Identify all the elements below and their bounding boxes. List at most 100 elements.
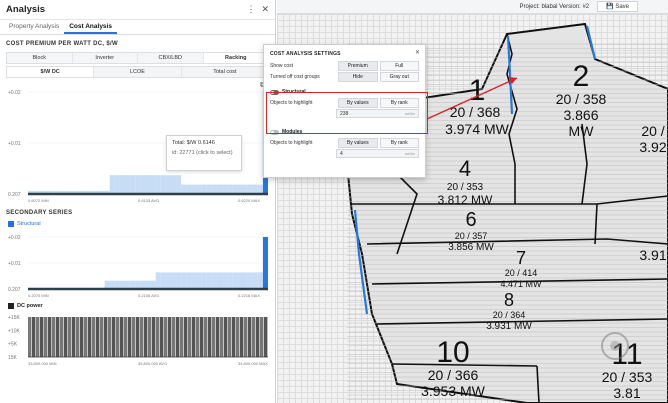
bar[interactable] bbox=[186, 272, 192, 289]
bar[interactable] bbox=[40, 317, 44, 357]
bar[interactable] bbox=[136, 317, 140, 357]
popup-close-icon[interactable]: ✕ bbox=[415, 49, 420, 56]
bar[interactable] bbox=[116, 317, 120, 357]
bar[interactable] bbox=[257, 184, 263, 194]
modules-by-rank-button[interactable]: By rank bbox=[379, 137, 419, 148]
bar[interactable] bbox=[114, 175, 120, 194]
bar[interactable] bbox=[152, 317, 156, 357]
bar[interactable] bbox=[52, 317, 56, 357]
more-options-icon[interactable]: ⋮ bbox=[246, 4, 255, 15]
bar[interactable] bbox=[204, 317, 208, 357]
bar[interactable] bbox=[165, 272, 171, 289]
bar[interactable] bbox=[196, 184, 202, 194]
bar[interactable] bbox=[242, 272, 248, 289]
group-racking-button[interactable]: Racking bbox=[203, 53, 268, 63]
bar[interactable] bbox=[257, 272, 263, 289]
bar[interactable] bbox=[188, 317, 192, 357]
bar[interactable] bbox=[196, 272, 202, 289]
bar[interactable] bbox=[160, 317, 164, 357]
bar[interactable] bbox=[244, 317, 248, 357]
bar[interactable] bbox=[191, 184, 197, 194]
bar[interactable] bbox=[108, 317, 112, 357]
bar[interactable] bbox=[211, 184, 217, 194]
bar[interactable] bbox=[252, 317, 256, 357]
bar[interactable] bbox=[68, 317, 72, 357]
bar[interactable] bbox=[170, 175, 177, 194]
group-inverter-button[interactable]: Inverter bbox=[73, 53, 138, 63]
bar[interactable] bbox=[237, 184, 243, 194]
bar[interactable] bbox=[232, 317, 236, 357]
bar[interactable] bbox=[208, 317, 212, 357]
bar[interactable] bbox=[264, 317, 268, 357]
bar[interactable] bbox=[212, 317, 216, 357]
bar[interactable] bbox=[228, 317, 232, 357]
bar[interactable] bbox=[72, 317, 76, 357]
bar[interactable] bbox=[130, 175, 136, 194]
bar[interactable] bbox=[216, 184, 223, 194]
bar[interactable] bbox=[256, 317, 260, 357]
bar[interactable] bbox=[100, 317, 104, 357]
bar[interactable] bbox=[88, 317, 92, 357]
bar[interactable] bbox=[132, 317, 136, 357]
modules-by-values-button[interactable]: By values bbox=[338, 137, 378, 148]
bar[interactable] bbox=[176, 317, 180, 357]
bar[interactable] bbox=[236, 317, 240, 357]
group-block-button[interactable]: Block bbox=[7, 53, 73, 63]
bar[interactable] bbox=[128, 317, 132, 357]
bar[interactable] bbox=[92, 317, 96, 357]
bar[interactable] bbox=[252, 184, 258, 194]
bar[interactable] bbox=[196, 317, 200, 357]
bar[interactable] bbox=[192, 317, 196, 357]
bar[interactable] bbox=[222, 272, 228, 289]
bar[interactable] bbox=[232, 184, 238, 194]
bar[interactable] bbox=[216, 272, 223, 289]
group-cbx-lbd-button[interactable]: CBX/LBD bbox=[138, 53, 204, 63]
bar[interactable] bbox=[64, 317, 68, 357]
bar[interactable] bbox=[186, 184, 192, 194]
tooltip-id[interactable]: id: 22771 (click to select) bbox=[172, 150, 236, 156]
bar[interactable] bbox=[172, 317, 176, 357]
bar[interactable] bbox=[191, 272, 197, 289]
bar[interactable] bbox=[60, 317, 64, 357]
bar[interactable] bbox=[168, 317, 172, 357]
turned-off-gray-out-button[interactable]: Gray out bbox=[379, 71, 419, 82]
bar[interactable] bbox=[56, 317, 60, 357]
bar[interactable] bbox=[247, 184, 253, 194]
bar[interactable] bbox=[232, 272, 238, 289]
bar[interactable] bbox=[260, 317, 264, 357]
close-icon[interactable]: ✕ bbox=[261, 4, 269, 15]
bar[interactable] bbox=[150, 175, 156, 194]
bar[interactable] bbox=[144, 317, 148, 357]
bar[interactable] bbox=[104, 317, 108, 357]
bar[interactable] bbox=[76, 317, 80, 357]
bar[interactable] bbox=[164, 317, 168, 357]
bar[interactable] bbox=[120, 317, 124, 357]
bar[interactable] bbox=[242, 184, 248, 194]
bar[interactable] bbox=[216, 317, 220, 357]
show-cost-premium-button[interactable]: Premium bbox=[338, 60, 378, 71]
save-button[interactable]: 💾 Save bbox=[597, 1, 638, 12]
tab-property-analysis[interactable]: Property Analysis bbox=[4, 20, 64, 34]
bar[interactable] bbox=[140, 317, 144, 357]
bar[interactable] bbox=[80, 317, 84, 357]
bar[interactable] bbox=[140, 175, 146, 194]
bar[interactable] bbox=[32, 317, 36, 357]
secondary-series-chart[interactable]: +0.02 +0.01 0.207 0.2070 MIN 0.2108 AVG 0.221… bbox=[6, 229, 269, 299]
bar[interactable] bbox=[224, 317, 228, 357]
bar[interactable] bbox=[156, 317, 160, 357]
bar[interactable] bbox=[44, 317, 48, 357]
bar[interactable] bbox=[227, 272, 233, 289]
bar[interactable] bbox=[28, 317, 32, 357]
bar[interactable] bbox=[176, 175, 182, 194]
bar[interactable] bbox=[247, 272, 253, 289]
dc-power-legend[interactable]: DC power bbox=[8, 303, 267, 309]
bar[interactable] bbox=[227, 184, 233, 194]
bar[interactable] bbox=[155, 272, 161, 289]
bar[interactable] bbox=[181, 272, 187, 289]
bar[interactable] bbox=[36, 317, 40, 357]
bar[interactable] bbox=[165, 175, 171, 194]
bar[interactable] bbox=[240, 317, 244, 357]
bar[interactable] bbox=[181, 184, 187, 194]
bar[interactable] bbox=[155, 175, 161, 194]
bar[interactable] bbox=[119, 175, 126, 194]
